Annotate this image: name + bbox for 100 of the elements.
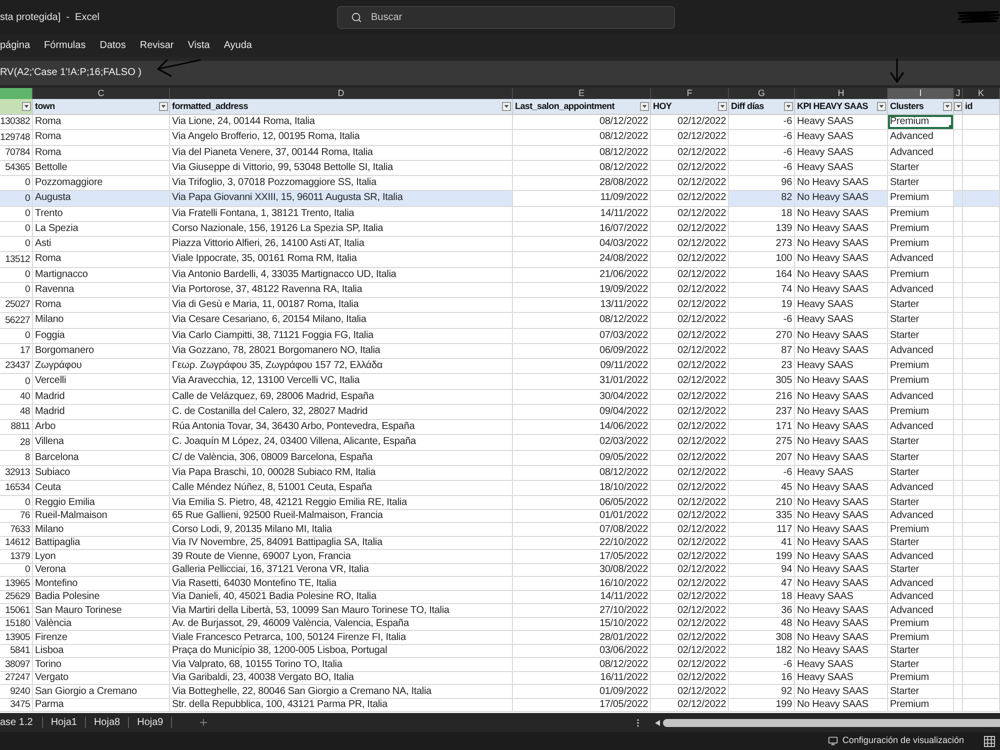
table-cell: Premium bbox=[888, 631, 954, 645]
table-cell: 02/12/2022 bbox=[651, 328, 729, 344]
table-cell: Via Cesare Cesariano, 6, 20154 Milano, Italia bbox=[170, 313, 513, 328]
table-cell: 13/11/2022 bbox=[513, 298, 651, 314]
table-cell: 28/08/2022 bbox=[513, 176, 651, 192]
table-cell: 02/12/2022 bbox=[651, 115, 729, 130]
table-cell: Advanced bbox=[888, 390, 954, 405]
table-cell: 171 bbox=[729, 420, 795, 436]
left-triangle-icon[interactable] bbox=[655, 720, 660, 726]
table-cell: Starter bbox=[888, 313, 954, 328]
table-cell: Martignacco bbox=[33, 268, 170, 283]
table-cell: 15180 bbox=[0, 618, 33, 632]
table-cell: 08/12/2022 bbox=[513, 146, 651, 161]
table-cell: Heavy SAAS bbox=[795, 590, 888, 604]
table-cell: -6 bbox=[729, 313, 795, 328]
table-cell: Advanced bbox=[888, 577, 954, 591]
table-cell: Heavy SAAS bbox=[795, 146, 888, 161]
filter-dropdown-button[interactable] bbox=[943, 102, 952, 111]
table-cell: 65 Rue Gallieni, 92500 Rueil-Malmaison, Francia bbox=[170, 510, 513, 524]
table-cell: 8 bbox=[0, 450, 33, 466]
table-cell: Via Emilia S. Pietro, 48, 42121 Reggio Emilia RE, Italia bbox=[170, 496, 513, 510]
table-cell: 30/04/2022 bbox=[513, 390, 651, 405]
table-cell: 16/07/2022 bbox=[513, 222, 651, 237]
table-cell: No Heavy SAAS bbox=[795, 550, 888, 564]
table-cell: Premium bbox=[888, 618, 954, 632]
display-settings-button[interactable]: Configuración de visualización bbox=[828, 734, 964, 748]
sheet-tab[interactable]: Hoja9 bbox=[129, 715, 172, 730]
table-cell: 27/10/2022 bbox=[513, 604, 651, 618]
filter-dropdown-button[interactable] bbox=[784, 102, 793, 111]
table-cell: Roma bbox=[33, 252, 170, 268]
table-cell: No Heavy SAAS bbox=[795, 631, 888, 645]
filter-dropdown-button[interactable] bbox=[877, 102, 886, 111]
table-cell: 02/12/2022 bbox=[651, 564, 729, 578]
table-cell: 09/04/2022 bbox=[513, 404, 651, 420]
sheet-tab[interactable]: Hoja1 bbox=[42, 715, 85, 730]
table-cell: No Heavy SAAS bbox=[795, 577, 888, 591]
table-cell: 02/12/2022 bbox=[651, 404, 729, 420]
column-header[interactable]: I bbox=[888, 88, 954, 99]
table-cell: Galleria Pellicciai, 16, 37121 Verona VR, Italia bbox=[170, 564, 513, 578]
table-cell: 56227 bbox=[0, 313, 33, 328]
table-cell: Pozzomaggiore bbox=[33, 176, 170, 192]
filter-dropdown-button[interactable] bbox=[159, 102, 168, 111]
grid-icon[interactable] bbox=[984, 736, 995, 746]
filter-dropdown-button[interactable] bbox=[718, 102, 727, 111]
table-cell: Trento bbox=[33, 206, 170, 222]
fill-handle[interactable] bbox=[949, 125, 953, 130]
table-cell: Roma bbox=[33, 130, 170, 146]
table-cell: Battipaglia bbox=[33, 536, 170, 550]
scrollbar-thumb[interactable] bbox=[663, 718, 1000, 726]
table-cell: Starter bbox=[888, 644, 954, 658]
search-input[interactable]: Buscar bbox=[371, 10, 661, 24]
table-cell: Advanced bbox=[888, 590, 954, 604]
table-cell: 70784 bbox=[0, 146, 33, 161]
search-bar[interactable]: Buscar bbox=[337, 6, 675, 28]
menu-item[interactable]: Ayuda bbox=[224, 38, 252, 53]
menu-item[interactable]: Fórmulas bbox=[44, 38, 86, 53]
table-cell: 16/10/2022 bbox=[513, 577, 651, 591]
table-cell: Starter bbox=[888, 564, 954, 578]
table-cell: 02/12/2022 bbox=[651, 466, 729, 481]
table-cell: Premium bbox=[888, 374, 954, 390]
filter-dropdown-button[interactable] bbox=[22, 102, 31, 111]
table-cell: 1379 bbox=[0, 550, 33, 564]
table-cell: Madrid bbox=[33, 390, 170, 405]
table-cell: C. Joaquín M López, 24, 03400 Villena, Alicante, España bbox=[170, 435, 513, 450]
table-cell: Premium bbox=[888, 115, 954, 130]
table-cell: 08/12/2022 bbox=[513, 313, 651, 328]
caret-down-icon bbox=[956, 105, 960, 108]
table-cell: 03/06/2022 bbox=[513, 644, 651, 658]
filter-dropdown-button[interactable] bbox=[954, 102, 962, 111]
menu-item[interactable]: Datos bbox=[100, 38, 126, 53]
filter-dropdown-button[interactable] bbox=[502, 102, 511, 111]
horizontal-scrollbar[interactable] bbox=[655, 718, 1000, 728]
table-cell: 19/09/2022 bbox=[513, 282, 651, 298]
table-cell: Vercelli bbox=[33, 374, 170, 390]
table-cell: San Mauro Torinese bbox=[33, 604, 170, 618]
table-cell: Γεωρ. Ζωγράφου 35, Ζωγράφου 157 72, Ελλάδα bbox=[170, 359, 513, 374]
monitor-icon bbox=[828, 736, 838, 746]
table-cell: 23437 bbox=[0, 359, 33, 374]
table-cell: 182 bbox=[729, 644, 795, 658]
table-cell: No Heavy SAAS bbox=[795, 481, 888, 496]
table-cell: 02/12/2022 bbox=[651, 390, 729, 405]
column-header[interactable] bbox=[0, 88, 33, 99]
table-cell: 02/12/2022 bbox=[651, 130, 729, 146]
table-cell: Montefino bbox=[33, 577, 170, 591]
table-cell: 04/03/2022 bbox=[513, 237, 651, 252]
sheet-tab[interactable]: Hoja8 bbox=[86, 715, 128, 730]
table-cell: 18/10/2022 bbox=[513, 481, 651, 496]
add-sheet-button[interactable] bbox=[198, 717, 210, 728]
table-cell: 06/05/2022 bbox=[513, 496, 651, 510]
sheet-tab[interactable]: ase 1.2 bbox=[0, 715, 42, 730]
formula-bar[interactable]: RV(A2;'Case 1'!A:P;16;FALSO ) bbox=[0, 60, 1000, 84]
menu-item[interactable]: Vista bbox=[188, 38, 210, 53]
filter-dropdown-button[interactable] bbox=[640, 102, 649, 111]
table-cell: Via Gozzano, 78, 28021 Borgomanero NO, Italia bbox=[170, 344, 513, 359]
table-cell: 17/05/2022 bbox=[513, 550, 651, 564]
menu-item[interactable]: Revisar bbox=[140, 38, 174, 53]
menu-item[interactable]: página bbox=[0, 38, 30, 53]
table-cell: C. de Costanilla del Calero, 32, 28027 Madrid bbox=[170, 404, 513, 420]
table-cell: 02/12/2022 bbox=[651, 685, 729, 699]
table-cell: 02/12/2022 bbox=[651, 672, 729, 686]
